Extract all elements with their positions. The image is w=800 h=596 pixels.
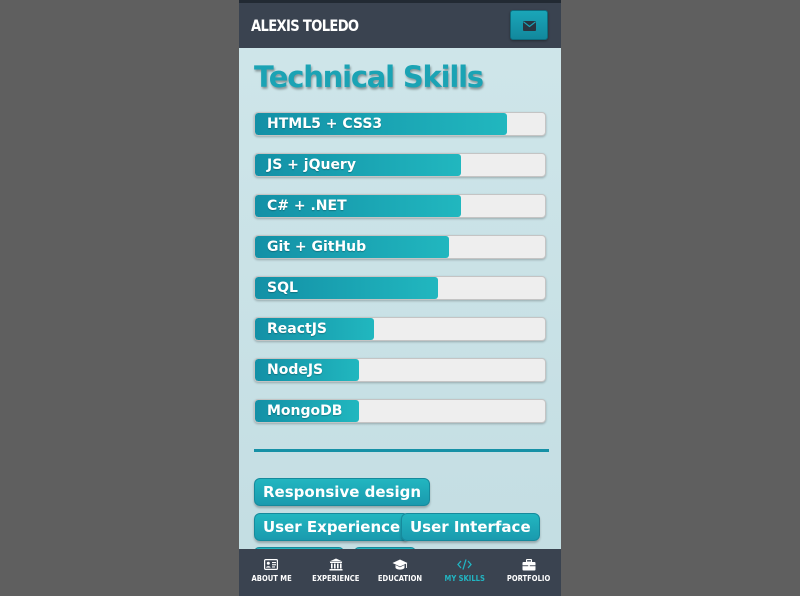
bottom-navigation: ABOUT ME EXPERIENCE EDUCATION MY SKILLS … xyxy=(239,549,561,596)
nav-education[interactable]: EDUCATION xyxy=(368,549,432,596)
nav-portfolio[interactable]: PORTFOLIO xyxy=(497,549,561,596)
section-title: Technical Skills xyxy=(254,60,484,94)
nav-label: EDUCATION xyxy=(377,574,423,583)
graduation-cap-icon xyxy=(392,558,408,571)
skill-label: JS + jQuery xyxy=(267,157,356,173)
id-card-icon xyxy=(264,558,279,571)
skill-bar: NodeJS xyxy=(254,358,546,382)
skill-label: MongoDB xyxy=(267,403,343,419)
skill-label: NodeJS xyxy=(267,362,324,378)
skill-tag: Responsive design xyxy=(254,478,431,506)
envelope-icon xyxy=(522,16,536,35)
top-navbar: ALEXIS TOLEDO xyxy=(239,3,561,48)
brand-name[interactable]: ALEXIS TOLEDO xyxy=(251,16,359,35)
contact-button[interactable] xyxy=(510,10,548,40)
skill-label: ReactJS xyxy=(267,321,328,337)
skill-bar: Git + GitHub xyxy=(254,235,546,259)
code-icon xyxy=(457,558,472,571)
nav-experience[interactable]: EXPERIENCE xyxy=(303,549,367,596)
skill-bar: MongoDB xyxy=(254,399,546,423)
nav-label: PORTFOLIO xyxy=(507,574,551,583)
skill-tag: User Experience xyxy=(254,513,410,541)
skill-label: HTML5 + CSS3 xyxy=(267,116,383,132)
nav-label: ABOUT ME xyxy=(251,574,292,583)
skill-bar: JS + jQuery xyxy=(254,153,546,177)
skill-bar: HTML5 + CSS3 xyxy=(254,112,546,136)
skill-label: Git + GitHub xyxy=(267,239,367,255)
skill-bar: ReactJS xyxy=(254,317,546,341)
institution-icon xyxy=(329,558,343,571)
skill-label: C# + .NET xyxy=(267,198,347,214)
skill-tag: User Interface xyxy=(401,513,540,541)
briefcase-icon xyxy=(522,558,536,571)
nav-about-me[interactable]: ABOUT ME xyxy=(239,549,303,596)
section-divider xyxy=(254,449,549,452)
nav-label: EXPERIENCE xyxy=(311,574,360,583)
skills-section: Technical Skills HTML5 + CSS3 JS + jQuer… xyxy=(239,48,561,557)
skill-label: SQL xyxy=(267,280,298,296)
app-viewport: ALEXIS TOLEDO Technical Skills HTML5 + C… xyxy=(239,0,561,596)
nav-my-skills[interactable]: MY SKILLS xyxy=(432,549,496,596)
nav-label: MY SKILLS xyxy=(444,574,485,583)
skill-bar: C# + .NET xyxy=(254,194,546,218)
skill-bar: SQL xyxy=(254,276,546,300)
